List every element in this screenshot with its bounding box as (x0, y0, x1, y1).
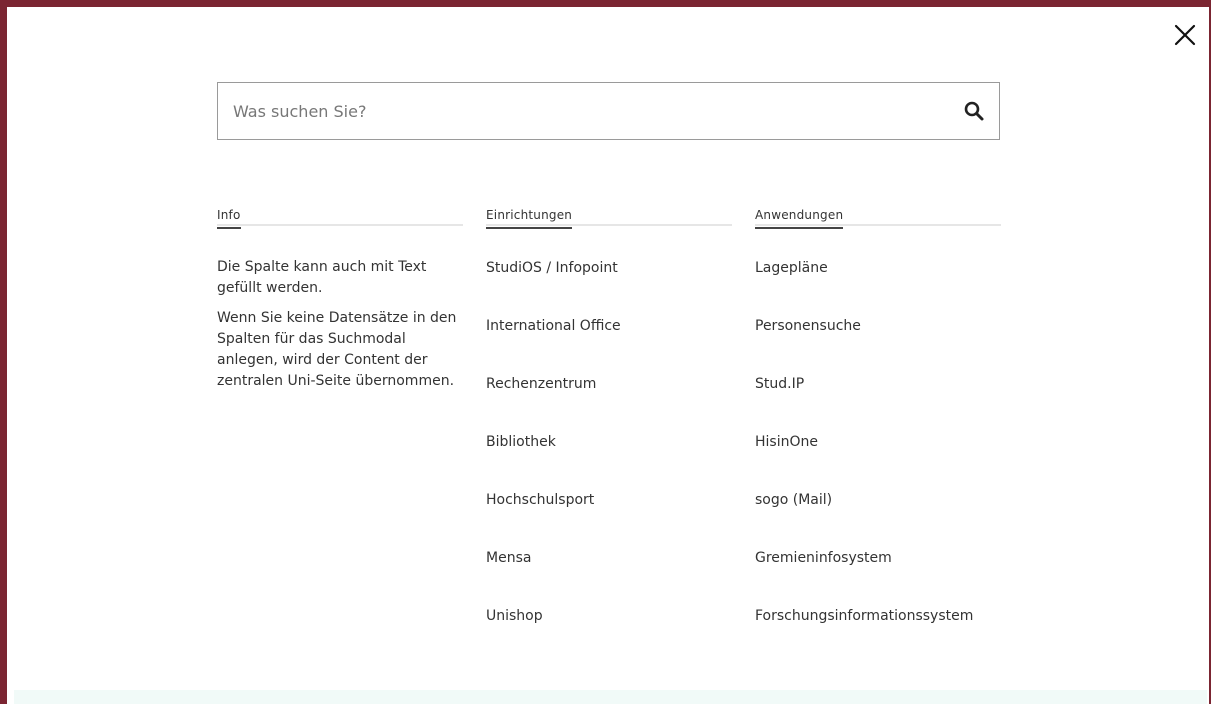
info-column: Info Die Spalte kann auch mit Text gefül… (217, 204, 463, 392)
info-paragraph: Wenn Sie keine Datensätze in den Spalten… (217, 310, 457, 389)
einrichtungen-list: StudiOS / Infopoint International Office… (486, 258, 732, 664)
column-header: Info (217, 204, 463, 229)
column-title-info: Info (217, 208, 241, 229)
link-lageplaene[interactable]: Lagepläne (755, 258, 1001, 316)
link-rechenzentrum[interactable]: Rechenzentrum (486, 374, 732, 432)
anwendungen-column: Anwendungen Lagepläne Personensuche Stud… (755, 204, 1001, 664)
close-button[interactable] (1170, 20, 1200, 50)
search-input[interactable] (218, 83, 938, 139)
link-international-office[interactable]: International Office (486, 316, 732, 374)
close-icon (1174, 24, 1196, 46)
link-hisinone[interactable]: HisinOne (755, 432, 1001, 490)
link-studios-infopoint[interactable]: StudiOS / Infopoint (486, 258, 732, 316)
link-bibliothek[interactable]: Bibliothek (486, 432, 732, 490)
search-icon (964, 101, 984, 121)
search-button[interactable] (962, 99, 986, 123)
search-box (217, 82, 1000, 140)
link-gremieninfosystem[interactable]: Gremieninfosystem (755, 548, 1001, 606)
info-paragraph: Die Spalte kann auch mit Text gefüllt we… (217, 259, 427, 296)
link-forschungsinformationssystem[interactable]: Forschungsinformationssystem (755, 606, 1001, 664)
link-sogo-mail[interactable]: sogo (Mail) (755, 490, 1001, 548)
einrichtungen-column: Einrichtungen StudiOS / Infopoint Intern… (486, 204, 732, 664)
info-text: Die Spalte kann auch mit Text gefüllt we… (217, 257, 463, 392)
anwendungen-list: Lagepläne Personensuche Stud.IP HisinOne… (755, 258, 1001, 664)
link-personensuche[interactable]: Personensuche (755, 316, 1001, 374)
column-title-einrichtungen: Einrichtungen (486, 208, 573, 229)
bottom-strip (14, 690, 1207, 704)
link-mensa[interactable]: Mensa (486, 548, 732, 606)
column-header: Anwendungen (755, 204, 1001, 229)
column-title-anwendungen: Anwendungen (755, 208, 844, 229)
link-unishop[interactable]: Unishop (486, 606, 732, 664)
link-stud-ip[interactable]: Stud.IP (755, 374, 1001, 432)
link-hochschulsport[interactable]: Hochschulsport (486, 490, 732, 548)
column-header: Einrichtungen (486, 204, 732, 229)
